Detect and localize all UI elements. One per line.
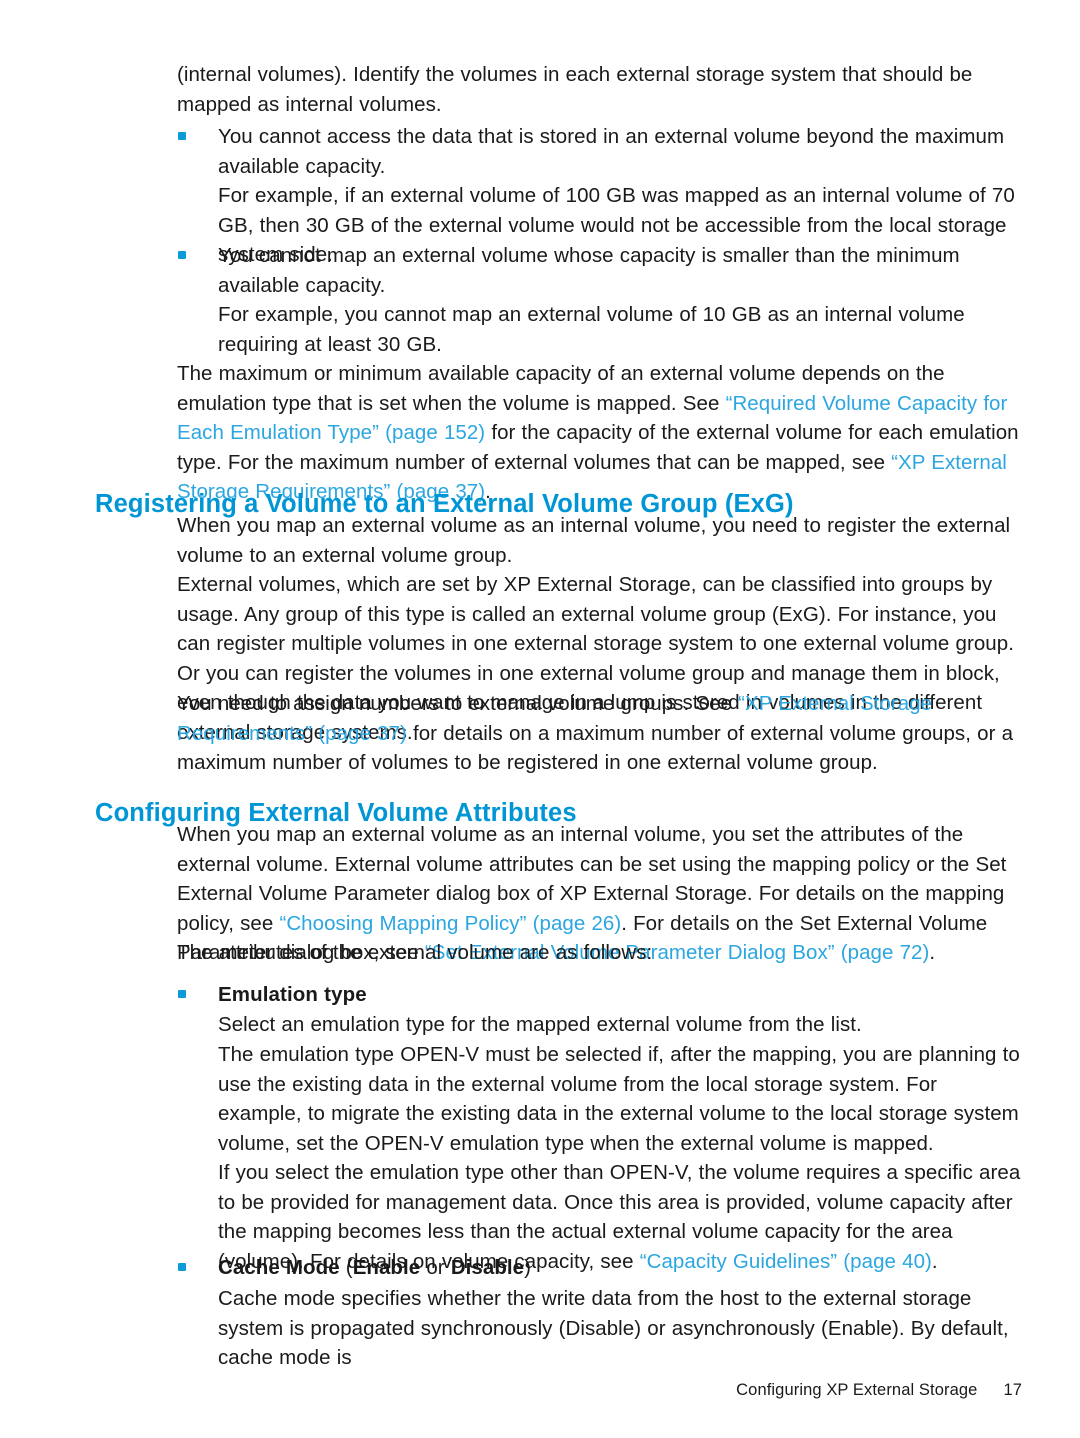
text-run: Cache Mode (218, 1256, 346, 1279)
intro-paragraph-block: (internal volumes). Identify the volumes… (177, 60, 1022, 119)
footer-page-number: 17 (1003, 1381, 1022, 1399)
bullet-icon (178, 251, 186, 259)
list-item-emulation-type: Emulation type (177, 980, 1022, 1010)
cache-mode-paragraph-1: Cache mode specifies whether the write d… (218, 1287, 1009, 1369)
bullet-icon (178, 1263, 186, 1271)
bullet-icon (178, 990, 186, 998)
list-item-label: Emulation type (218, 983, 367, 1006)
document-page: (internal volumes). Identify the volumes… (0, 0, 1080, 1438)
list-item-no-map-smaller-capacity: You cannot map an external volume whose … (177, 241, 1022, 300)
bullet-2-example-paragraph: For example, you cannot map an external … (218, 303, 965, 356)
emulation-capacity-paragraph-block: The maximum or minimum available capacit… (177, 359, 1022, 507)
registering-paragraph-1-block: When you map an external volume as an in… (177, 511, 1022, 570)
registering-paragraph-3: You need to assign numbers to external v… (177, 689, 1022, 778)
text-run: Disable (450, 1256, 525, 1279)
list-item-label: Cache Mode (Enable or Disable) (218, 1253, 1022, 1283)
registering-paragraph-1: When you map an external volume as an in… (177, 514, 1011, 567)
list-item-label: You cannot map an external volume whose … (218, 244, 960, 297)
xref-choosing-mapping-policy[interactable]: “Choosing Mapping Policy” (page 26) (279, 912, 621, 935)
list-item-cache-mode: Cache Mode (Enable or Disable) (177, 1253, 1022, 1283)
list-item-no-access-beyond-max: You cannot access the data that is store… (177, 122, 1022, 181)
text-run: Enable (352, 1256, 421, 1279)
page-footer: Configuring XP External Storage 17 (0, 1381, 1022, 1400)
emulation-type-paragraph-1: Select an emulation type for the mapped … (218, 1013, 862, 1036)
text-run: You need to assign numbers to external v… (177, 692, 739, 715)
emulation-type-paragraph-2: The emulation type OPEN-V must be select… (218, 1043, 1020, 1155)
text-run: or (420, 1256, 451, 1279)
text-run: ( (345, 1256, 353, 1279)
configuring-paragraph-2: The attributes of the external volume ar… (177, 941, 653, 964)
bullet-icon (178, 132, 186, 140)
intro-paragraph: (internal volumes). Identify the volumes… (177, 63, 973, 116)
emulation-capacity-paragraph: The maximum or minimum available capacit… (177, 359, 1022, 507)
registering-paragraph-3-block: You need to assign numbers to external v… (177, 689, 1022, 778)
text-run: ) (524, 1256, 531, 1279)
footer-section-title: Configuring XP External Storage (736, 1381, 978, 1399)
configuring-paragraph-2-block: The attributes of the external volume ar… (177, 938, 1022, 968)
list-item-label: You cannot access the data that is store… (218, 125, 1005, 178)
